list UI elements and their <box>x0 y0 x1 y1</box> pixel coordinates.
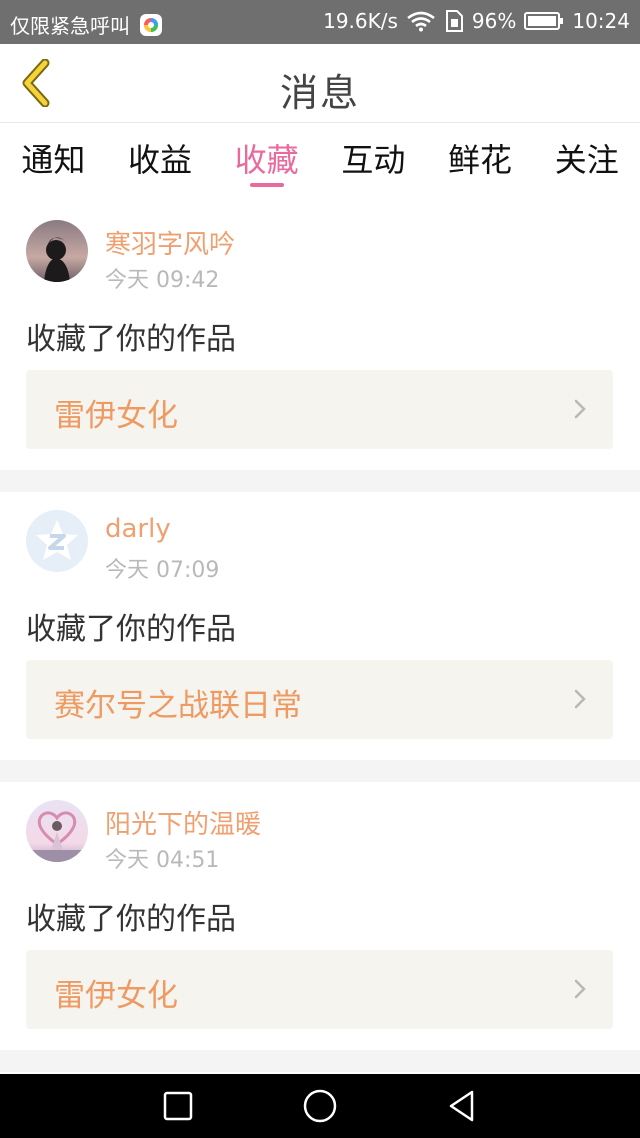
screen: 仅限紧急呼叫 19.6K/s 96% 10:24 消息 通知 收益 收藏 互动 … <box>0 0 640 1138</box>
header: 消息 <box>0 44 640 123</box>
message-item: 阳光下的温暖 今天 04:51 收藏了你的作品 雷伊女化 <box>0 782 640 1050</box>
sim-icon <box>444 9 464 33</box>
timestamp: 今天 04:51 <box>105 848 220 873</box>
action-text: 收藏了你的作品 <box>26 902 236 937</box>
page-title: 消息 <box>279 71 360 115</box>
system-back-button[interactable] <box>442 1088 482 1124</box>
tab-notifications[interactable]: 通知 <box>0 123 107 201</box>
system-nav-bar <box>0 1074 640 1138</box>
triangle-back-icon <box>449 1090 474 1122</box>
carrier-text: 仅限紧急呼叫 <box>10 14 130 38</box>
battery-icon <box>524 11 564 31</box>
tab-flowers[interactable]: 鲜花 <box>427 123 534 201</box>
square-recents-icon <box>163 1091 193 1121</box>
tab-bar: 通知 收益 收藏 互动 鲜花 关注 <box>0 123 640 201</box>
work-title: 雷伊女化 <box>54 398 178 434</box>
recents-button[interactable] <box>158 1088 198 1124</box>
home-button[interactable] <box>300 1088 340 1124</box>
chevron-right-icon <box>574 979 586 999</box>
network-speed: 19.6K/s <box>323 9 398 33</box>
work-link[interactable]: 雷伊女化 <box>26 370 613 449</box>
timestamp: 今天 09:42 <box>105 268 220 293</box>
tab-label: 互动 <box>341 141 406 179</box>
tab-label: 通知 <box>21 141 86 179</box>
tab-label: 关注 <box>554 141 619 179</box>
tab-interactions[interactable]: 互动 <box>320 123 427 201</box>
tab-favorites[interactable]: 收藏 <box>213 123 320 201</box>
message-item: darly 今天 07:09 收藏了你的作品 赛尔号之战联日常 <box>0 492 640 760</box>
username[interactable]: darly <box>105 514 171 544</box>
avatar[interactable] <box>26 800 88 862</box>
active-tab-indicator <box>249 183 284 187</box>
avatar[interactable] <box>26 220 88 282</box>
wifi-icon <box>406 10 436 32</box>
chevron-right-icon <box>574 689 586 709</box>
timestamp: 今天 07:09 <box>105 558 220 583</box>
username[interactable]: 寒羽字风吟 <box>105 224 235 261</box>
status-left: 仅限紧急呼叫 <box>10 10 162 39</box>
divider <box>0 760 640 782</box>
battery-percent: 96% <box>471 9 517 33</box>
tab-label: 收藏 <box>234 141 299 179</box>
work-title: 雷伊女化 <box>54 978 178 1014</box>
tab-label: 收益 <box>128 141 193 179</box>
tab-label: 鲜花 <box>448 141 513 179</box>
divider <box>0 1050 640 1072</box>
divider <box>0 470 640 492</box>
action-text: 收藏了你的作品 <box>26 612 236 647</box>
status-bar: 仅限紧急呼叫 19.6K/s 96% 10:24 <box>0 0 640 44</box>
clock: 10:24 <box>572 9 630 33</box>
status-right: 19.6K/s 96% 10:24 <box>323 9 630 33</box>
app-notification-icon <box>140 13 162 36</box>
chevron-right-icon <box>574 399 586 419</box>
tab-following[interactable]: 关注 <box>533 123 640 201</box>
work-link[interactable]: 赛尔号之战联日常 <box>26 660 613 739</box>
message-item: 寒羽字风吟 今天 09:42 收藏了你的作品 雷伊女化 <box>0 202 640 470</box>
work-link[interactable]: 雷伊女化 <box>26 950 613 1029</box>
tab-earnings[interactable]: 收益 <box>107 123 214 201</box>
circle-home-icon <box>303 1089 337 1123</box>
username[interactable]: 阳光下的温暖 <box>105 804 261 841</box>
work-title: 赛尔号之战联日常 <box>54 688 302 724</box>
action-text: 收藏了你的作品 <box>26 322 236 357</box>
message-list: 寒羽字风吟 今天 09:42 收藏了你的作品 雷伊女化 darly 今天 07:… <box>0 202 640 1072</box>
avatar[interactable] <box>26 510 88 572</box>
